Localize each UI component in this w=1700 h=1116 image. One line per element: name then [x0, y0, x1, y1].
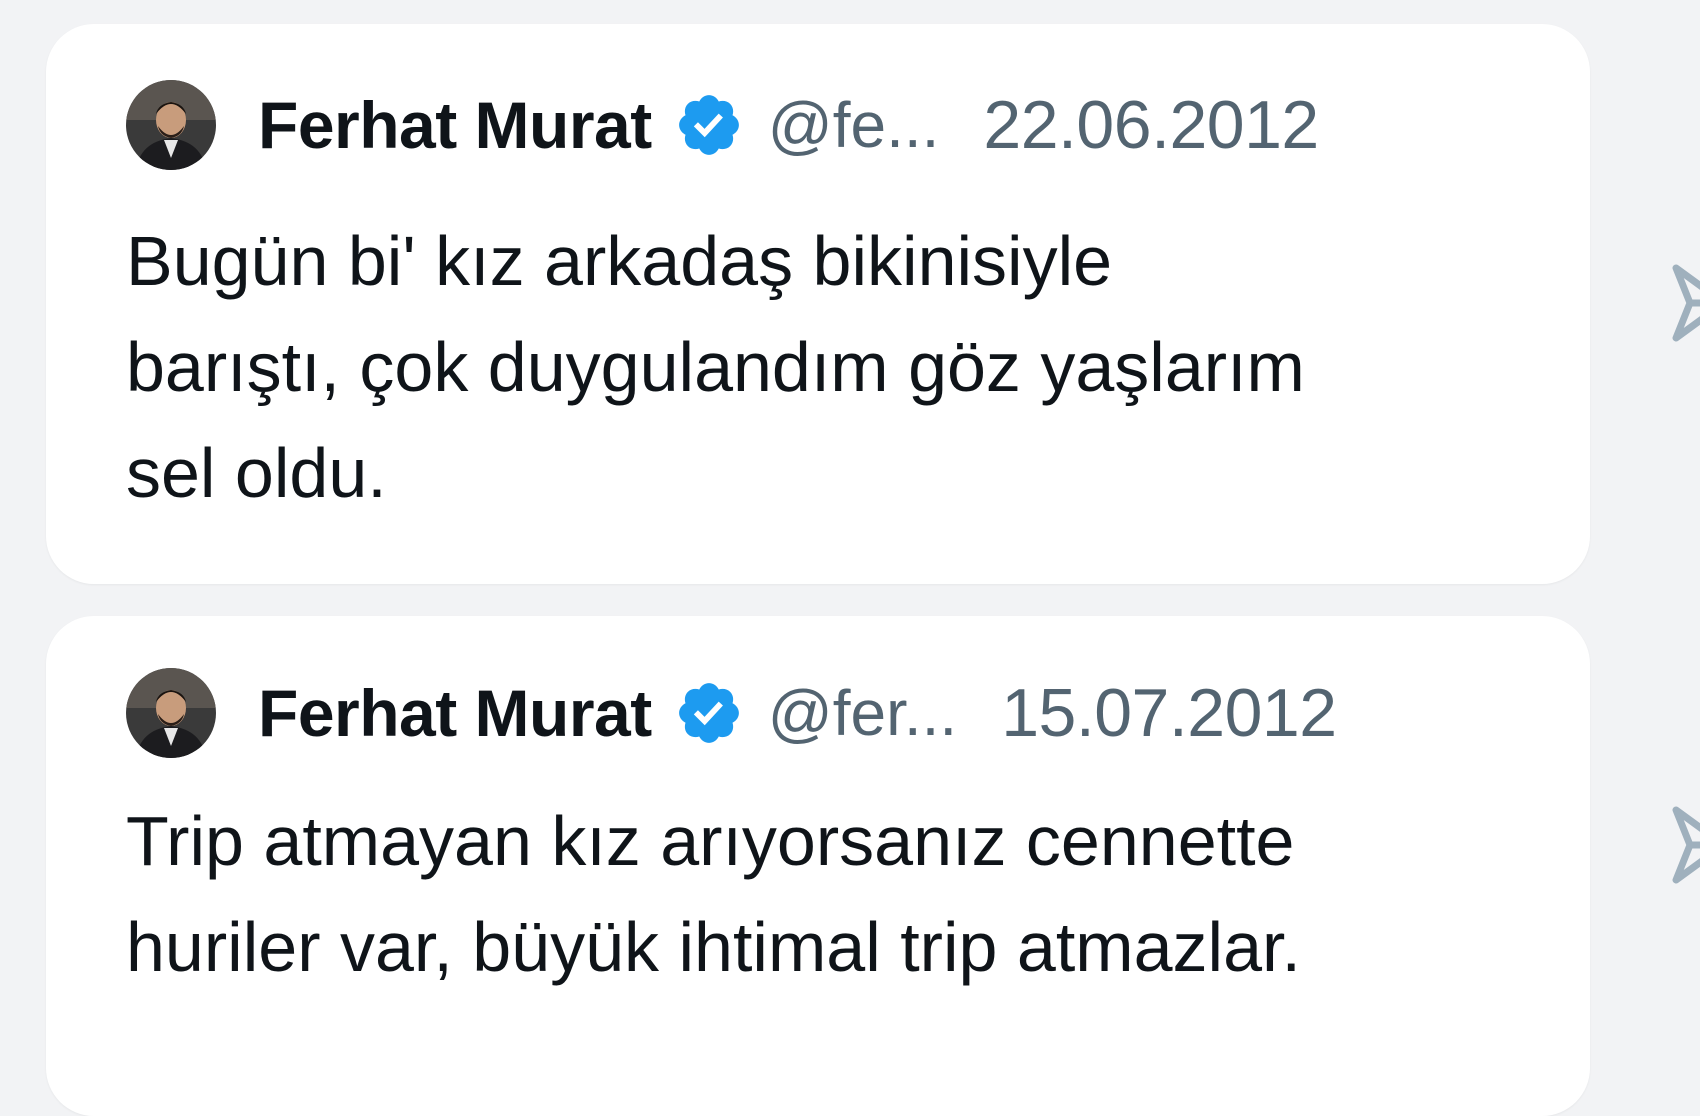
author-name[interactable]: Ferhat Murat	[258, 675, 652, 751]
tweet-header: Ferhat Murat @fer... 15.07.2012	[126, 668, 1337, 758]
tweet-date[interactable]: 22.06.2012	[983, 86, 1319, 164]
avatar[interactable]	[126, 668, 216, 758]
tweet-text: Trip atmayan kız arıyorsanız cennette hu…	[126, 802, 1301, 986]
author-name[interactable]: Ferhat Murat	[258, 87, 652, 163]
tweet-card[interactable]: Ferhat Murat @fer... 15.07.2012 Trip atm…	[46, 616, 1590, 1116]
tweet-date[interactable]: 15.07.2012	[1001, 674, 1337, 752]
tweet-header: Ferhat Murat @fe... 22.06.2012	[126, 80, 1319, 170]
verified-badge-icon	[674, 678, 744, 748]
author-handle[interactable]: @fer...	[768, 676, 957, 750]
tweet-text: Bugün bi' kız arkadaş bikinisiyle barışt…	[126, 222, 1305, 512]
avatar[interactable]	[126, 80, 216, 170]
tweet-card[interactable]: Ferhat Murat @fe... 22.06.2012 Bugün bi'…	[46, 24, 1590, 584]
verified-badge-icon	[674, 90, 744, 160]
share-icon[interactable]	[1672, 258, 1700, 348]
author-handle[interactable]: @fe...	[768, 88, 940, 162]
share-icon[interactable]	[1672, 800, 1700, 890]
